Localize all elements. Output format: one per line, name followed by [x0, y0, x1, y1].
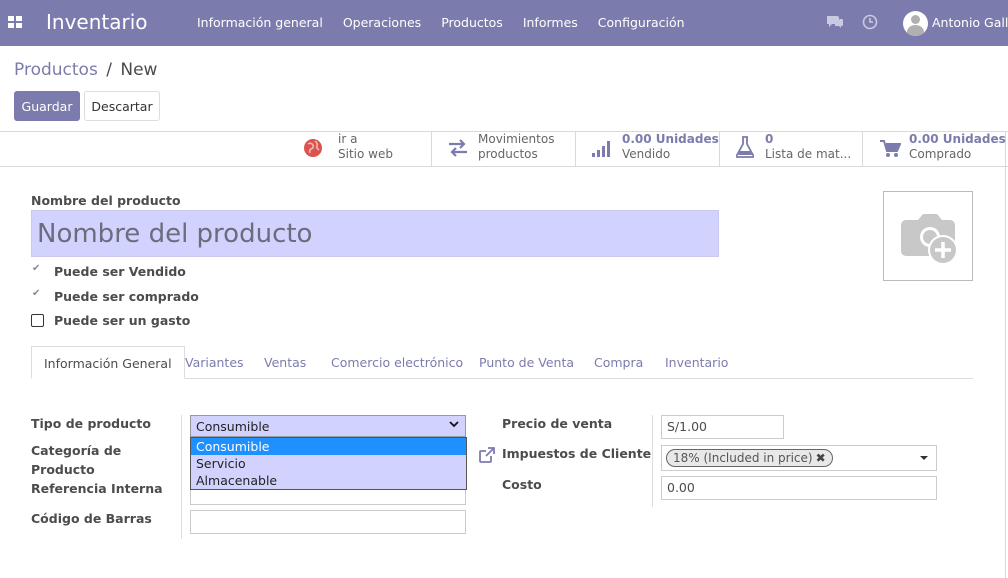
product-name-label: Nombre del producto: [31, 193, 181, 208]
tab-ventas[interactable]: Ventas: [264, 346, 306, 379]
costo-label: Costo: [502, 477, 542, 492]
tab-inventario[interactable]: Inventario: [665, 346, 728, 379]
smart-button-movimientos[interactable]: Movimientos productos: [431, 131, 575, 166]
apps-menu-icon[interactable]: [8, 16, 22, 28]
sale-ok-checkbox[interactable]: [31, 263, 44, 278]
codigo-barras-input[interactable]: [190, 510, 466, 534]
save-button[interactable]: Guardar: [14, 91, 80, 121]
option-servicio[interactable]: Servicio: [191, 455, 466, 472]
menu-item-productos[interactable]: Productos: [441, 15, 503, 30]
smart-buttons-bar: ir a Sitio web Movimientos productos 0.0…: [0, 131, 1008, 167]
breadcrumb-productos[interactable]: Productos: [14, 60, 98, 80]
user-avatar[interactable]: [903, 11, 928, 36]
codigo-barras-label: Código de Barras: [31, 511, 152, 526]
smart-movimientos-line1: Movimientos: [478, 132, 555, 146]
sale-ok-row: Puede ser Vendido: [31, 262, 186, 280]
caret-down-icon[interactable]: [920, 456, 928, 460]
transfer-arrows-icon: [449, 139, 467, 157]
smart-movimientos-line2: productos: [478, 147, 538, 161]
tab-informacion-general[interactable]: Información General: [31, 346, 185, 379]
tipo-producto-value: Consumible: [196, 419, 270, 434]
tipo-producto-select[interactable]: Consumible: [190, 415, 466, 437]
group-divider-right: [652, 415, 653, 507]
tab-comercio-electronico[interactable]: Comercio electrónico: [331, 346, 463, 379]
purchase-ok-row: Puede ser comprado: [31, 287, 199, 305]
cart-icon: [880, 140, 901, 157]
flask-icon: [736, 136, 754, 158]
purchase-ok-label: Puede ser comprado: [54, 288, 199, 304]
group-divider-left: [181, 415, 182, 539]
tab-variantes[interactable]: Variantes: [185, 346, 244, 379]
tipo-producto-label: Tipo de producto: [31, 416, 151, 431]
option-consumible[interactable]: Consumible: [191, 438, 466, 455]
bar-chart-icon: [592, 141, 610, 157]
menu-item-configuracion[interactable]: Configuración: [598, 15, 685, 30]
user-name[interactable]: Antonio Galli: [932, 15, 1008, 30]
external-link-icon[interactable]: [478, 446, 496, 464]
purchase-ok-checkbox[interactable]: [31, 288, 44, 303]
chat-icon[interactable]: [826, 15, 844, 29]
main-menu: Información general Operaciones Producto…: [197, 15, 705, 30]
smart-button-lista-materiales[interactable]: 0 Lista de mat...: [719, 131, 862, 166]
smart-vendido-value: 0.00 Unidades: [622, 132, 719, 146]
option-almacenable[interactable]: Almacenable: [191, 472, 466, 489]
tab-punto-de-venta[interactable]: Punto de Venta: [479, 346, 574, 379]
discard-button[interactable]: Descartar: [84, 91, 160, 121]
precio-venta-input[interactable]: S/1.00: [661, 415, 784, 439]
smart-comprado-value: 0.00 Unidades: [909, 132, 1006, 146]
notebook-tabs: Información General Variantes Ventas Com…: [31, 346, 973, 379]
smart-button-website[interactable]: ir a Sitio web: [287, 131, 431, 166]
breadcrumb-current: New: [120, 60, 158, 80]
smart-lista-value: 0: [765, 132, 774, 146]
smart-comprado-label: Comprado: [909, 147, 972, 161]
smart-website-line2: Sitio web: [338, 147, 393, 161]
product-name-input[interactable]: [31, 210, 719, 257]
referencia-interna-label: Referencia Interna: [31, 481, 163, 496]
menu-item-informacion-general[interactable]: Información general: [197, 15, 323, 30]
impuestos-cliente-label: Impuestos de Cliente: [502, 446, 652, 461]
breadcrumb: Productos / New: [14, 60, 157, 80]
expense-label: Puede ser un gasto: [54, 312, 191, 328]
globe-icon: [304, 139, 322, 157]
tax-tag-label: 18% (Included in price): [673, 451, 813, 465]
app-title[interactable]: Inventario: [46, 10, 148, 34]
expense-checkbox[interactable]: [31, 313, 44, 327]
top-navbar: Inventario Información general Operacion…: [0, 0, 1008, 46]
tipo-producto-dropdown: Consumible Servicio Almacenable: [190, 437, 467, 490]
camera-add-icon: [901, 214, 958, 265]
precio-venta-label: Precio de venta: [502, 416, 613, 431]
menu-item-operaciones[interactable]: Operaciones: [343, 15, 421, 30]
expense-row: Puede ser un gasto: [31, 311, 190, 329]
sheet-border-right: [1005, 131, 1006, 578]
tax-tag: 18% (Included in price) ✖: [666, 449, 833, 467]
smart-website-line1: ir a: [338, 132, 358, 146]
categoria-label-line2: Producto: [31, 462, 95, 477]
menu-item-informes[interactable]: Informes: [523, 15, 578, 30]
clock-icon[interactable]: [862, 14, 878, 30]
tab-compra[interactable]: Compra: [594, 346, 643, 379]
breadcrumb-separator: /: [106, 60, 112, 80]
smart-vendido-label: Vendido: [622, 147, 671, 161]
product-image-upload[interactable]: [883, 191, 973, 281]
smart-button-vendido[interactable]: 0.00 Unidades Vendido: [575, 131, 719, 166]
smart-button-comprado[interactable]: 0.00 Unidades Comprado: [862, 131, 1008, 166]
chevron-down-icon: [449, 421, 459, 428]
smart-lista-label: Lista de mat...: [765, 147, 852, 161]
costo-input[interactable]: 0.00: [661, 476, 937, 500]
sale-ok-label: Puede ser Vendido: [54, 263, 186, 279]
remove-tag-icon[interactable]: ✖: [816, 451, 826, 465]
categoria-label-line1: Categoría de: [31, 443, 122, 458]
